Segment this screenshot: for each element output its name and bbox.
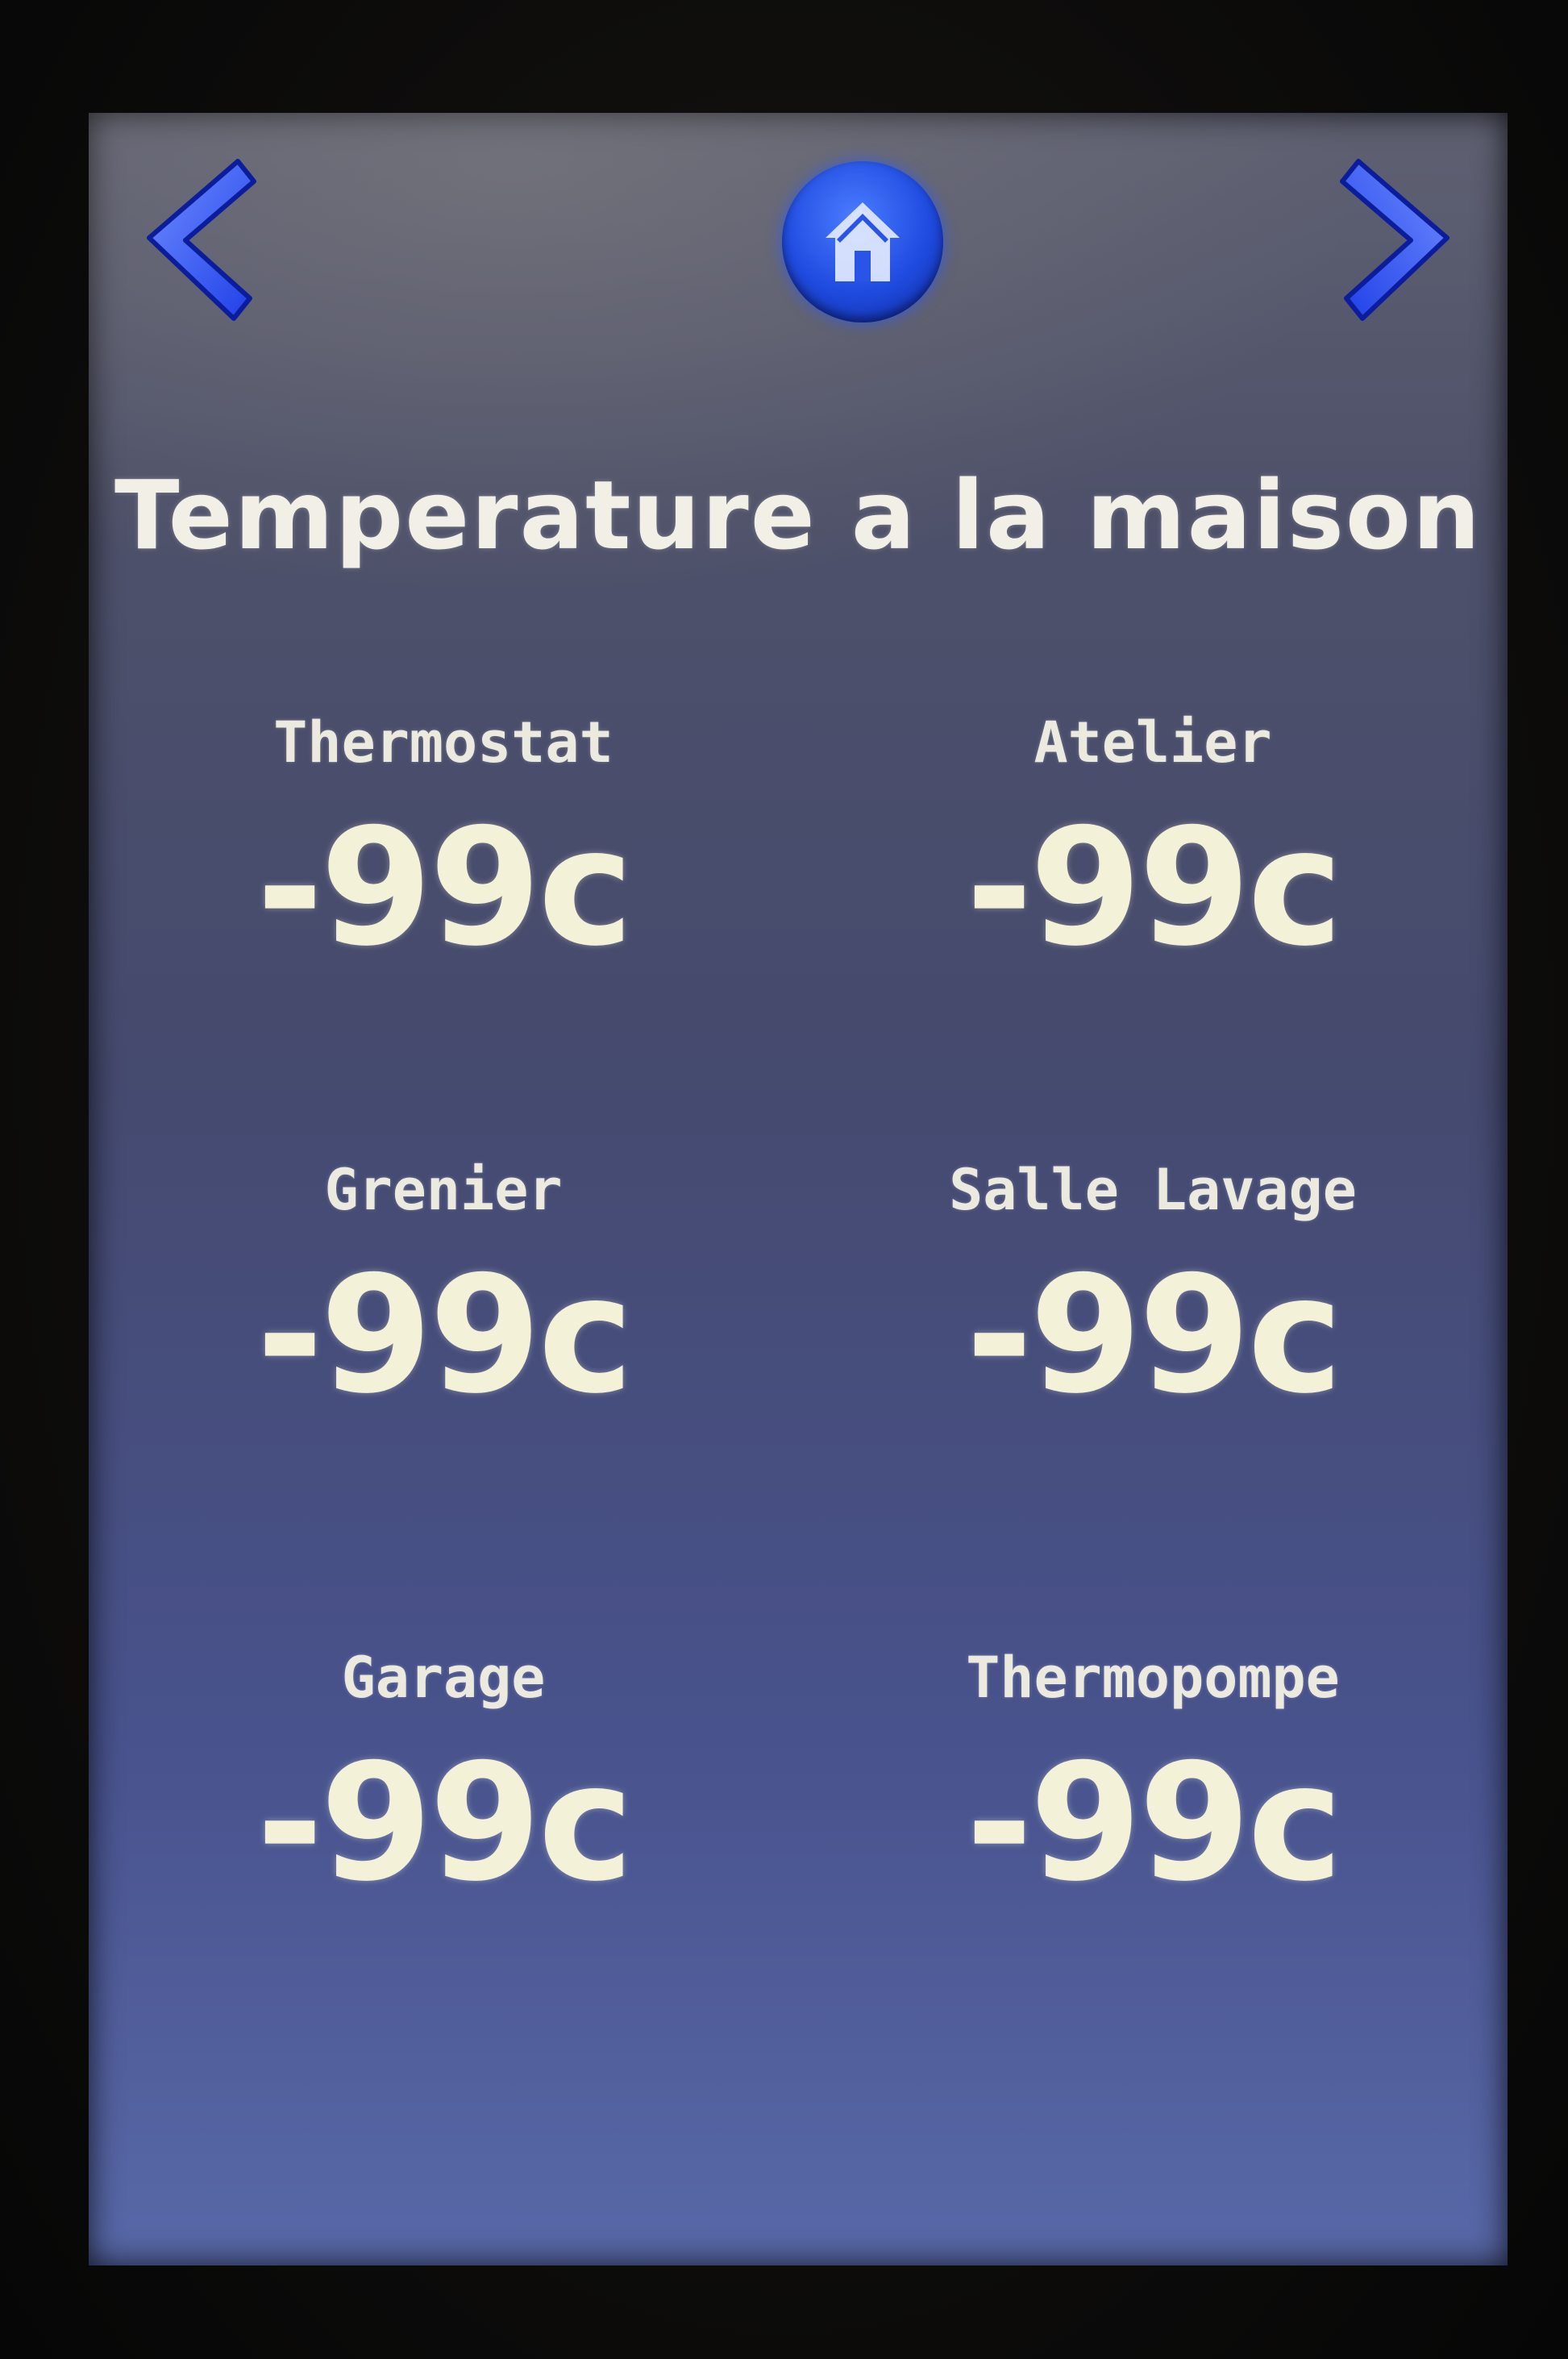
sensor-label: Grenier xyxy=(324,1157,563,1223)
sensor-temperature: -99c xyxy=(966,794,1343,982)
previous-page-button[interactable] xyxy=(129,153,258,331)
next-page-button[interactable] xyxy=(1338,153,1467,331)
sensor-temperature: -99c xyxy=(256,1242,634,1429)
sensor-thermostat: Thermostat -99c xyxy=(161,709,726,969)
sensor-label: Thermostat xyxy=(273,709,613,776)
sensor-label: Thermopompe xyxy=(966,1645,1340,1711)
sensor-temperature: -99c xyxy=(966,1242,1343,1429)
sensor-temperature: -99c xyxy=(256,794,634,982)
sensor-atelier: Atelier -99c xyxy=(871,709,1435,969)
sensor-thermopompe: Thermopompe -99c xyxy=(871,1645,1435,1904)
sensor-temperature: -99c xyxy=(256,1729,634,1917)
home-button[interactable] xyxy=(782,161,943,322)
sensor-temperature: -99c xyxy=(966,1729,1343,1917)
sensor-label: Atelier xyxy=(1034,709,1272,776)
sensor-grenier: Grenier -99c xyxy=(161,1157,726,1417)
sensor-label: Garage xyxy=(341,1645,546,1711)
sensor-label: Salle Lavage xyxy=(949,1157,1357,1223)
sensor-garage: Garage -99c xyxy=(161,1645,726,1904)
home-icon xyxy=(826,202,900,281)
chevron-right-icon xyxy=(1340,159,1449,321)
display-screen: Temperature a la maison Thermostat -99c … xyxy=(89,113,1508,2265)
sensor-salle-lavage: Salle Lavage -99c xyxy=(871,1157,1435,1417)
chevron-left-icon xyxy=(147,159,256,321)
page-title: Temperature a la maison xyxy=(114,460,1483,571)
